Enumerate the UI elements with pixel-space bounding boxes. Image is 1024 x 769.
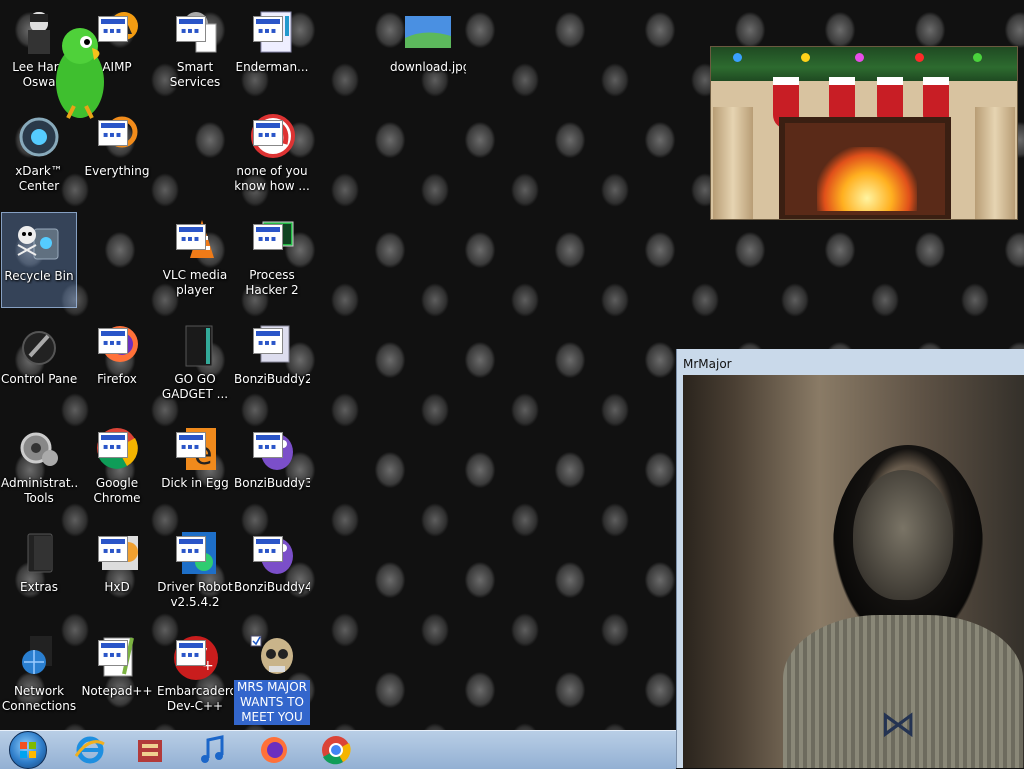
desktop-icon-control-panel[interactable]: Control Panel <box>1 316 77 412</box>
taskbar-firefox[interactable] <box>252 733 296 767</box>
desktop-icon-label: Driver Robot v2.5.4.2 <box>157 580 233 609</box>
app-window-icon <box>249 322 295 368</box>
network-icon <box>16 634 62 680</box>
desktop-icon-dick-in-egg[interactable]: e Dick in Egg <box>157 420 233 516</box>
mrmajor-window[interactable]: MrMajor ⋈ <box>676 349 1024 768</box>
desktop-icon-network-connections[interactable]: Network Connections <box>1 628 77 724</box>
archive-icon <box>138 740 162 762</box>
garland <box>711 47 1017 81</box>
desktop-icon-label: Extras <box>20 580 58 594</box>
desktop-icon-label: Control Panel <box>1 372 77 386</box>
internet-explorer-icon <box>74 736 105 764</box>
firefox-icon <box>261 737 287 763</box>
desktop-icon-label: BonziBuddy2 <box>234 372 310 386</box>
desktop-icon-go-go-gadget[interactable]: GO GO GADGET ... <box>157 316 233 412</box>
bow-icon: ⋈ <box>880 704 916 745</box>
gear-window-icon <box>172 10 218 56</box>
desktop-icon-label: Administrat... Tools <box>1 476 77 505</box>
desktop-icon-label: Dick in Egg <box>161 476 229 490</box>
app-window-icon <box>249 10 295 56</box>
desktop-icon-process-hacker[interactable]: Process Hacker 2 <box>234 212 310 308</box>
desktop-icon-label: Enderman... <box>235 60 309 74</box>
desktop-icon-label: Network Connections <box>1 684 77 713</box>
fireplace-gadget[interactable] <box>710 46 1018 220</box>
bonzi-icon <box>249 426 295 472</box>
desktop-icon-bonzibuddy2[interactable]: BonziBuddy2 <box>234 316 310 412</box>
devcpp-icon: DEV+ <box>172 634 218 680</box>
desktop-icon-smart-services[interactable]: Smart Services <box>157 4 233 100</box>
desktop-icon-google-chrome[interactable]: Google Chrome <box>79 420 155 516</box>
taskbar-internet-explorer[interactable] <box>68 733 112 767</box>
folder-black-icon <box>16 530 62 576</box>
desktop-icon-vlc[interactable]: VLC media player <box>157 212 233 308</box>
desktop-icon-hxd[interactable]: HxD <box>79 524 155 620</box>
desktop-icon-label: HxD <box>104 580 130 594</box>
notepad-icon <box>94 634 140 680</box>
egg-icon: e <box>172 426 218 472</box>
desktop-icon-label: VLC media player <box>162 268 228 297</box>
desktop-icon-label: none of you know how ... <box>234 164 310 193</box>
desktop-icon-label: Notepad++ <box>81 684 153 698</box>
desktop-icon-administrative-tools[interactable]: Administrat... Tools <box>1 420 77 516</box>
desktop-icon-label: GO GO GADGET ... <box>161 372 229 401</box>
music-note-icon <box>201 735 224 763</box>
desktop-icon-dev-cpp[interactable]: DEV+ Embarcadero Dev-C++ <box>157 628 233 724</box>
bonzi-parrot-icon[interactable] <box>44 22 116 126</box>
desktop-icon-bonzibuddy4[interactable]: BonziBuddy4 <box>234 524 310 620</box>
window-image: ⋈ <box>683 375 1024 768</box>
chrome-icon <box>322 736 351 765</box>
start-orb-icon <box>9 731 47 769</box>
desktop-icon-label: Firefox <box>97 372 137 386</box>
taskbar-chrome[interactable] <box>314 733 358 767</box>
admin-tools-icon <box>16 426 62 472</box>
recycle-bin-icon <box>16 219 62 265</box>
driver-robot-icon <box>172 530 218 576</box>
desktop-icon-label: Smart Services <box>169 60 221 89</box>
desktop-icon-recycle-bin[interactable]: Recycle Bin <box>1 212 77 308</box>
image-file-icon <box>405 10 451 56</box>
process-hacker-icon <box>249 218 295 264</box>
desktop-icon-bonzibuddy3[interactable]: BonziBuddy3 <box>234 420 310 516</box>
taskbar-archive[interactable] <box>128 733 172 767</box>
black-box-icon <box>172 322 218 368</box>
desktop-icon-extras[interactable]: Extras <box>1 524 77 620</box>
skull-icon <box>249 634 295 680</box>
desktop-icon-label: Google Chrome <box>93 476 141 505</box>
desktop-icon-label: Embarcadero Dev-C++ <box>157 684 233 713</box>
red-circle-icon <box>249 114 295 160</box>
desktop-icon-label: BonziBuddy4 <box>234 580 310 594</box>
desktop-icon-notepadpp[interactable]: Notepad++ <box>79 628 155 724</box>
taskbar-media-player[interactable] <box>190 733 234 767</box>
desktop-icon-label: BonziBuddy3 <box>234 476 310 490</box>
fire-icon <box>817 147 917 211</box>
desktop-icon-mrs-major[interactable]: MRS MAJOR WANTS TO MEET YOU <box>234 628 310 730</box>
desktop-icon-download-jpg[interactable]: download.jpg <box>390 4 466 100</box>
doll-dress <box>783 615 1023 768</box>
desktop-icon-label: download.jpg <box>390 60 466 74</box>
vlc-cone-icon <box>172 218 218 264</box>
taskbar <box>0 730 676 769</box>
window-title: MrMajor <box>683 357 732 371</box>
chrome-icon <box>94 426 140 472</box>
hearth <box>779 117 951 219</box>
desktop-icon-label: Recycle Bin <box>4 269 74 283</box>
desktop-icon-driver-robot[interactable]: Driver Robot v2.5.4.2 <box>157 524 233 620</box>
start-button[interactable] <box>6 731 50 769</box>
doll-head <box>853 470 953 600</box>
firefox-icon <box>94 322 140 368</box>
desktop-icon-label: Process Hacker 2 <box>245 268 299 297</box>
desktop-icon-none-of-you[interactable]: none of you know how ... <box>234 108 310 204</box>
hxd-icon <box>94 530 140 576</box>
desktop-icon-enderman[interactable]: Enderman... <box>234 4 310 100</box>
desktop-icon-label: Everything <box>84 164 150 178</box>
control-panel-icon <box>16 322 62 368</box>
desktop-icon-label: MRS MAJOR WANTS TO MEET YOU <box>234 680 310 725</box>
desktop-icon-label: xDark™ Center <box>15 164 63 193</box>
desktop-icon-firefox[interactable]: Firefox <box>79 316 155 412</box>
bonzi-icon <box>249 530 295 576</box>
